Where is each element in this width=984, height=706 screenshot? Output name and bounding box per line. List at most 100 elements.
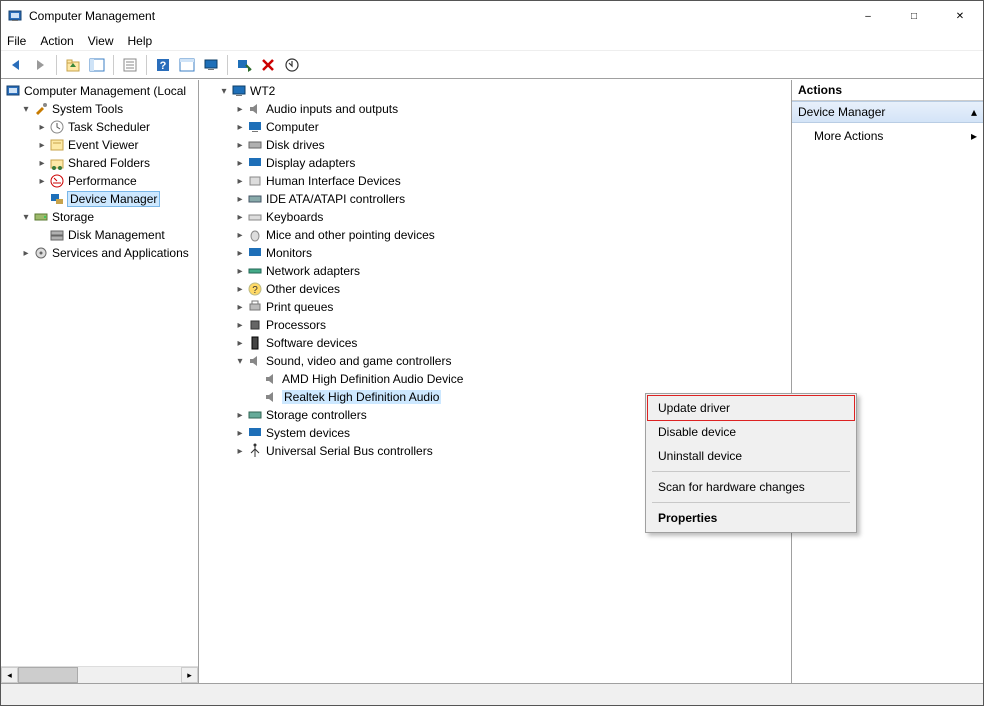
delete-button[interactable]: [257, 54, 279, 76]
expand-arrow-icon[interactable]: ▸: [233, 140, 247, 151]
device-software[interactable]: ▸Software devices: [201, 334, 791, 352]
expand-arrow-icon[interactable]: ▸: [233, 248, 247, 259]
expand-arrow-icon[interactable]: ▸: [233, 284, 247, 295]
back-button[interactable]: [5, 54, 27, 76]
minimize-button[interactable]: ‒: [845, 1, 891, 31]
expand-arrow-icon[interactable]: ▾: [19, 104, 33, 115]
scroll-right-button[interactable]: ▸: [181, 667, 198, 683]
menu-help[interactable]: Help: [128, 34, 153, 48]
tree-label: Mice and other pointing devices: [266, 228, 435, 242]
expand-arrow-icon[interactable]: ▸: [233, 302, 247, 313]
tree-shared-folders[interactable]: ▸ Shared Folders: [3, 154, 198, 172]
submenu-arrow-icon: ▸: [971, 129, 977, 143]
actions-more[interactable]: More Actions ▸: [792, 123, 983, 149]
scroll-thumb[interactable]: [18, 667, 78, 683]
tree-label: Disk drives: [266, 138, 325, 152]
tree-performance[interactable]: ▸ Performance: [3, 172, 198, 190]
context-uninstall-device[interactable]: Uninstall device: [648, 444, 854, 468]
tree-system-tools[interactable]: ▾ System Tools: [3, 100, 198, 118]
expand-arrow-icon[interactable]: ▾: [217, 86, 231, 97]
device-audio[interactable]: ▸Audio inputs and outputs: [201, 100, 791, 118]
tree-storage[interactable]: ▾ Storage: [3, 208, 198, 226]
device-computer[interactable]: ▸Computer: [201, 118, 791, 136]
expand-arrow-icon[interactable]: ▸: [233, 194, 247, 205]
menu-file[interactable]: File: [7, 34, 26, 48]
expand-arrow-icon[interactable]: ▸: [233, 428, 247, 439]
up-button[interactable]: [62, 54, 84, 76]
other-devices-icon: ?: [247, 281, 263, 297]
device-display-adapters[interactable]: ▸Display adapters: [201, 154, 791, 172]
maximize-button[interactable]: □: [891, 1, 937, 31]
device-tree-pane: ▾WT2 ▸Audio inputs and outputs ▸Computer…: [199, 80, 792, 683]
device-root[interactable]: ▾WT2: [201, 82, 791, 100]
device-processors[interactable]: ▸Processors: [201, 316, 791, 334]
console-tree[interactable]: Computer Management (Local ▾ System Tool…: [1, 80, 198, 262]
expand-arrow-icon[interactable]: ▸: [233, 158, 247, 169]
device-network[interactable]: ▸Network adapters: [201, 262, 791, 280]
hid-icon: [247, 173, 263, 189]
menu-action[interactable]: Action: [40, 34, 73, 48]
device-other[interactable]: ▸?Other devices: [201, 280, 791, 298]
expand-arrow-icon[interactable]: ▾: [233, 356, 247, 367]
expand-arrow-icon[interactable]: ▸: [35, 122, 49, 133]
context-disable-device[interactable]: Disable device: [648, 420, 854, 444]
usb-icon: [247, 443, 263, 459]
scan-button[interactable]: [233, 54, 255, 76]
device-sound-amd[interactable]: AMD High Definition Audio Device: [201, 370, 791, 388]
view-button[interactable]: [176, 54, 198, 76]
tree-root[interactable]: Computer Management (Local: [3, 82, 198, 100]
actions-group[interactable]: Device Manager ▴: [792, 101, 983, 123]
tree-services-apps[interactable]: ▸ Services and Applications: [3, 244, 198, 262]
forward-button[interactable]: [29, 54, 51, 76]
collapse-arrow-icon: ▴: [971, 105, 977, 119]
context-update-driver[interactable]: Update driver: [648, 396, 854, 420]
speaker-icon: [263, 389, 279, 405]
expand-arrow-icon[interactable]: ▸: [233, 104, 247, 115]
device-ide[interactable]: ▸ IDE ATA/ATAPI controllers: [201, 190, 791, 208]
device-keyboards[interactable]: ▸ Keyboards: [201, 208, 791, 226]
expand-arrow-icon[interactable]: ▸: [19, 248, 33, 259]
close-button[interactable]: ✕: [937, 1, 983, 31]
monitor-button[interactable]: [200, 54, 222, 76]
expand-arrow-icon[interactable]: ▸: [35, 176, 49, 187]
expand-arrow-icon[interactable]: ▸: [233, 176, 247, 187]
context-label: Update driver: [658, 401, 730, 415]
expand-arrow-icon[interactable]: ▸: [233, 122, 247, 133]
tree-label: IDE ATA/ATAPI controllers: [266, 192, 405, 206]
menu-view[interactable]: View: [88, 34, 114, 48]
expand-arrow-icon[interactable]: ▸: [233, 320, 247, 331]
tree-event-viewer[interactable]: ▸ Event Viewer: [3, 136, 198, 154]
disk-icon: [247, 137, 263, 153]
tree-task-scheduler[interactable]: ▸ Task Scheduler: [3, 118, 198, 136]
expand-arrow-icon[interactable]: ▸: [233, 446, 247, 457]
show-hide-tree-button[interactable]: [86, 54, 108, 76]
expand-arrow-icon[interactable]: ▸: [233, 212, 247, 223]
tree-label: Keyboards: [266, 210, 323, 224]
expand-arrow-icon[interactable]: ▸: [233, 338, 247, 349]
device-mice[interactable]: ▸ Mice and other pointing devices: [201, 226, 791, 244]
device-hid[interactable]: ▸Human Interface Devices: [201, 172, 791, 190]
device-print-queues[interactable]: ▸Print queues: [201, 298, 791, 316]
expand-arrow-icon[interactable]: ▸: [233, 266, 247, 277]
help-button[interactable]: ?: [152, 54, 174, 76]
expand-arrow-icon[interactable]: ▸: [35, 158, 49, 169]
context-label: Scan for hardware changes: [658, 480, 805, 494]
properties-button[interactable]: [119, 54, 141, 76]
device-monitors[interactable]: ▸Monitors: [201, 244, 791, 262]
services-icon: [33, 245, 49, 261]
printer-icon: [247, 299, 263, 315]
tree-device-manager[interactable]: Device Manager: [3, 190, 198, 208]
expand-arrow-icon[interactable]: ▸: [233, 410, 247, 421]
update-button[interactable]: [281, 54, 303, 76]
context-properties[interactable]: Properties: [648, 506, 854, 530]
scroll-left-button[interactable]: ◂: [1, 667, 18, 683]
expand-arrow-icon[interactable]: ▾: [19, 212, 33, 223]
horizontal-scrollbar[interactable]: ◂ ▸: [1, 666, 198, 683]
device-sound[interactable]: ▾Sound, video and game controllers: [201, 352, 791, 370]
tree-label: AMD High Definition Audio Device: [282, 372, 463, 386]
context-scan-hardware[interactable]: Scan for hardware changes: [648, 475, 854, 499]
tree-disk-management[interactable]: Disk Management: [3, 226, 198, 244]
expand-arrow-icon[interactable]: ▸: [233, 230, 247, 241]
device-disk-drives[interactable]: ▸ Disk drives: [201, 136, 791, 154]
expand-arrow-icon[interactable]: ▸: [35, 140, 49, 151]
